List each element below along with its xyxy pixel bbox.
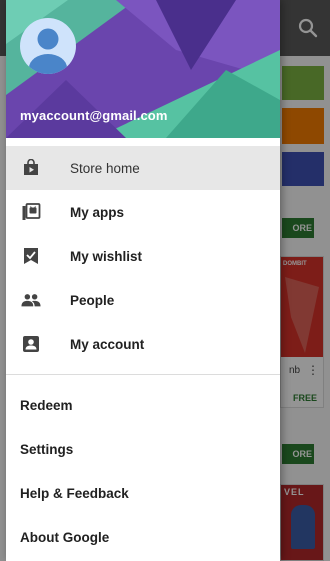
wishlist-icon [21, 246, 41, 266]
people-icon [21, 290, 41, 310]
redeem-link[interactable]: Redeem [6, 383, 280, 427]
about-google-link[interactable]: About Google [6, 515, 280, 559]
nav-item-people[interactable]: People [6, 278, 280, 322]
account-email[interactable]: myaccount@gmail.com [20, 108, 168, 123]
nav-item-my-account[interactable]: My account [6, 322, 280, 366]
nav-label: People [70, 292, 115, 308]
nav-label: My wishlist [70, 248, 143, 264]
nav-item-store-home[interactable]: Store home [6, 146, 280, 190]
help-feedback-link[interactable]: Help & Feedback [6, 471, 280, 515]
my-apps-icon [21, 202, 41, 222]
drawer-header: myaccount@gmail.com [6, 0, 280, 138]
drawer-divider [6, 374, 280, 375]
primary-nav: Store home My apps My wishlist People My… [6, 146, 280, 366]
navigation-drawer: myaccount@gmail.com Store home My apps M… [6, 0, 280, 561]
nav-item-my-wishlist[interactable]: My wishlist [6, 234, 280, 278]
account-icon [21, 334, 41, 354]
profile-placeholder-icon [29, 28, 67, 74]
store-home-icon [21, 158, 41, 178]
secondary-links: Redeem Settings Help & Feedback About Go… [6, 383, 280, 559]
settings-link[interactable]: Settings [6, 427, 280, 471]
nav-label: My apps [70, 204, 125, 220]
avatar[interactable] [20, 18, 76, 74]
nav-label: My account [70, 336, 145, 352]
nav-label: Store home [70, 160, 140, 176]
nav-item-my-apps[interactable]: My apps [6, 190, 280, 234]
